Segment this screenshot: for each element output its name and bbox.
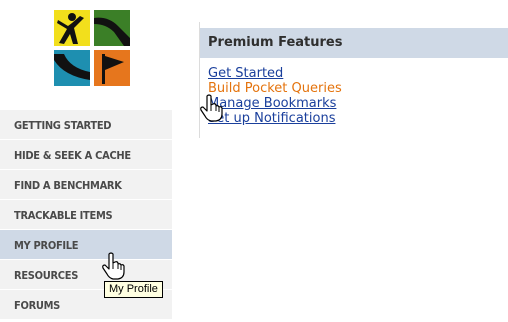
logo-path-icon [94,10,130,46]
sidebar-item-hide-seek-cache[interactable]: HIDE & SEEK A CACHE [0,140,172,170]
get-started-link[interactable]: Get Started [208,66,342,81]
sidebar-item-getting-started[interactable]: GETTING STARTED [0,110,172,140]
logo-trail-icon [54,50,90,86]
logo-hiker-icon [54,10,90,46]
sidebar-item-my-profile[interactable]: MY PROFILE [0,230,172,260]
sidebar-item-find-benchmark[interactable]: FIND A BENCHMARK [0,170,172,200]
hand-cursor-icon [102,252,126,280]
tooltip: My Profile [104,281,163,298]
manage-bookmarks-link[interactable]: Manage Bookmarks [208,96,342,111]
sidebar-item-trackable-items[interactable]: TRACKABLE ITEMS [0,200,172,230]
hand-cursor-icon [200,94,224,122]
set-up-notifications-link[interactable]: Set up Notifications [208,111,342,126]
build-pocket-queries-link[interactable]: Build Pocket Queries [208,81,342,96]
logo-flag-icon [94,50,130,86]
premium-links: Get Started Build Pocket Queries Manage … [208,66,342,126]
premium-features-title: Premium Features [200,28,508,58]
site-logo[interactable] [54,10,130,86]
